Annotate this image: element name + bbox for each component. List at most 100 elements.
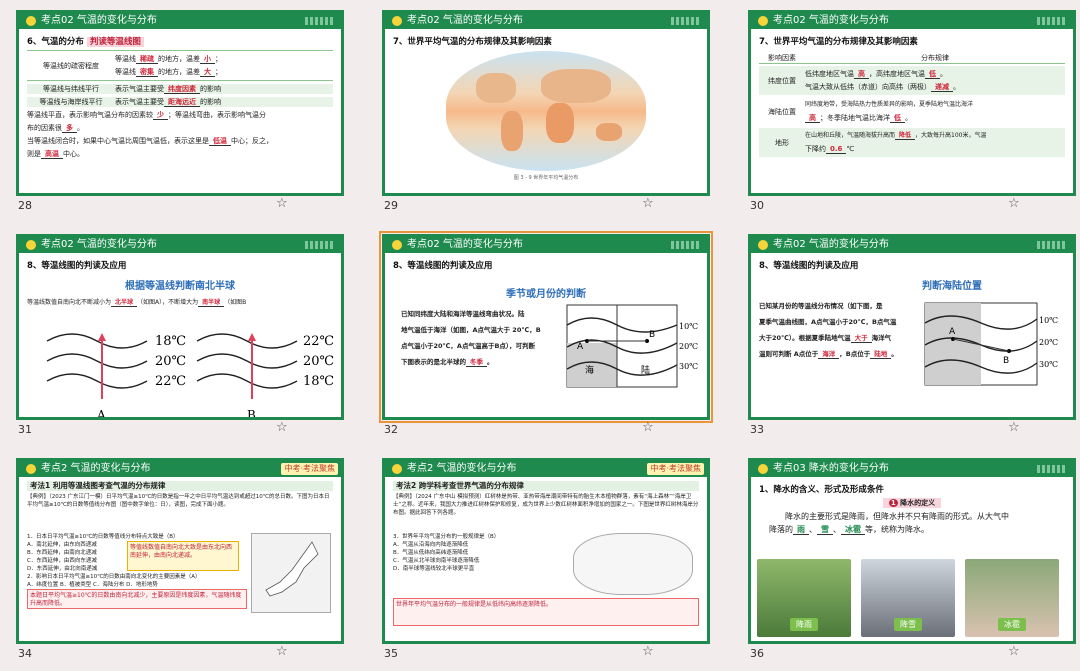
sea-land-diagram: A B 海 陆 10℃ 20℃ 30℃	[566, 304, 698, 388]
svg-text:30℃: 30℃	[679, 362, 698, 371]
question-2: 2．影响日本日平均气温≥10℃的日数由南向北变化的主要因素是（A）	[27, 574, 201, 580]
table-row: 海陆位置 同纬度地带，受海陆热力性质差异的影响，夏季陆地气温比海洋 高；冬季陆地…	[768, 101, 974, 123]
table-row: 等温线与海岸线平行 表示气温主要受 距海远近 的影响	[27, 97, 333, 107]
heading: 8、等温线图的判读及应用	[393, 261, 493, 271]
isotherm-position-diagram: A B 10℃ 20℃ 30℃	[924, 302, 1058, 386]
definition-badge: 1 降水的定义	[759, 498, 1065, 508]
slide-title: 考点02 气温的变化与分布	[773, 239, 889, 250]
star-icon[interactable]: ☆	[642, 644, 654, 659]
text-line: 当等温线闭合时，如果中心气温比周围气温低，表示这里是 低温 中心；反之，	[27, 137, 273, 146]
svg-text:22℃: 22℃	[155, 374, 186, 389]
svg-text:10℃: 10℃	[1039, 316, 1058, 325]
slide-number: 34	[18, 647, 32, 660]
question: 【典例】（2023 广东江门一模）日平均气温≥10℃的日数是指一年之中日平均气温…	[27, 494, 330, 508]
subtitle: 判断海陆位置	[922, 281, 982, 292]
slide-number: 29	[384, 199, 398, 212]
svg-text:20℃: 20℃	[303, 354, 334, 369]
text-block: 已知某月份的等温线分布情况（如下图，是 夏季气温曲线图，A点气温小于20℃，B点气…	[759, 302, 898, 359]
star-icon[interactable]: ☆	[642, 196, 654, 211]
star-icon[interactable]: ☆	[276, 644, 288, 659]
svg-text:B: B	[247, 408, 256, 419]
slide-title: 考点02 气温的变化与分布	[773, 15, 889, 26]
text-line: 等温线平直，表示影响气温分布的因素较少；等温线弯曲，表示影响气温分	[27, 111, 266, 120]
dot-icon	[26, 16, 36, 26]
text-line: 等温线数值自南向北不断减小为 北半球 （如图A），不断增大为 南半球 （如图B	[27, 299, 247, 307]
subtitle: 根据等温线判断南北半球	[125, 281, 235, 292]
slide-number: 30	[750, 199, 764, 212]
slide-number: 28	[18, 199, 32, 212]
option: B．气温从低纬向高纬逐渐降低	[393, 550, 469, 556]
slide-thumb-32[interactable]: 考点02 气温的变化与分布 8、等温线图的判读及应用 季节或月份的判断 已知同纬…	[379, 224, 727, 446]
svg-text:A: A	[577, 342, 584, 352]
svg-text:22℃: 22℃	[303, 334, 334, 349]
dot-icon	[26, 464, 36, 474]
option: B．东西延伸，由南向北递减	[27, 550, 97, 556]
decoration	[305, 17, 335, 25]
table-row: 等温线的疏密程度 等温线 稀疏 的地方，温差小； 等温线 密集 的地方，温差大；	[27, 50, 333, 81]
slide-title: 考点02 气温的变化与分布	[407, 15, 523, 26]
table-row: 等温线与纬线平行 表示气温主要受 纬度因素 的影响	[27, 84, 333, 94]
question-1: 3．世界年平均气温分布的一般规律是（B）	[393, 534, 500, 540]
dot-icon	[392, 240, 402, 250]
explanation-box: 世界年平均气温分布的一般规律是从低纬向高纬逐渐降低。	[393, 598, 699, 626]
star-icon[interactable]: ☆	[276, 420, 288, 435]
definition-text: 降水的主要形式是降雨，但降水并不只有降雨的形式。从大气中 降落的雨、雪、冰雹 等，…	[769, 512, 1009, 535]
star-icon[interactable]: ☆	[276, 196, 288, 211]
slide-thumb-28[interactable]: 考点02 气温的变化与分布 6、气温的分布 判读等温线图 等温线的疏密程度 等温…	[16, 0, 361, 222]
heading: 7、世界平均气温的分布规律及其影响因素	[393, 37, 552, 47]
dot-icon	[392, 16, 402, 26]
slide-header: 考点02 气温的变化与分布	[385, 13, 707, 29]
heading: 8、等温线图的判读及应用	[27, 261, 127, 271]
option: A．气温从沿海向内陆逐渐降低	[393, 542, 469, 548]
slide-header: 考点2 气温的变化与分布 中考·考法聚焦	[19, 461, 341, 477]
svg-text:B: B	[1003, 356, 1009, 366]
slide-thumb-35[interactable]: 考点2 气温的变化与分布 中考·考法聚焦 考法2 跨学科考查世界气温的分布规律 【…	[382, 448, 727, 670]
star-icon[interactable]: ☆	[1008, 196, 1020, 211]
heading: 考法1 利用等温线图考查气温的分布规律	[27, 481, 333, 491]
option: C．气温从北半球向南半球逐渐降低	[393, 558, 480, 564]
svg-text:20℃: 20℃	[155, 354, 186, 369]
heading: 8、等温线图的判读及应用	[759, 261, 859, 271]
slide-thumb-34[interactable]: 考点2 气温的变化与分布 中考·考法聚焦 考法1 利用等温线图考查气温的分布规律 …	[16, 448, 361, 670]
svg-text:20℃: 20℃	[679, 342, 698, 351]
dot-icon	[758, 240, 768, 250]
slide-header: 考点02 气温的变化与分布	[751, 13, 1073, 29]
slide-thumb-31[interactable]: 考点02 气温的变化与分布 8、等温线图的判读及应用 根据等温线判断南北半球 等…	[16, 224, 361, 446]
table-header: 影响因素 分布规律	[759, 53, 1065, 64]
explanation-box: 本题日平均气温≥10℃的日数由南向北减少，主要原因是纬度因素，气温随纬度升高而降…	[27, 589, 247, 609]
option: D．南半球等温线较北半球更平直	[393, 566, 475, 572]
svg-text:B: B	[649, 330, 655, 340]
slide-number: 33	[750, 423, 764, 436]
star-icon[interactable]: ☆	[1008, 644, 1020, 659]
svg-text:10℃: 10℃	[679, 322, 698, 331]
option: C．东西延伸，由西向东递减	[27, 558, 97, 564]
heading: 考法2 跨学科考查世界气温的分布规律	[393, 481, 699, 491]
slide-title: 考点03 降水的变化与分布	[773, 463, 889, 474]
slide-thumb-30[interactable]: 考点02 气温的变化与分布 7、世界平均气温的分布规律及其影响因素 影响因素 分布…	[748, 0, 1080, 222]
badge: 判读等温线图	[86, 37, 144, 47]
text-line: 则是 高温 中心。	[27, 150, 84, 159]
option: A．南北延伸，由东向西递减	[27, 542, 97, 548]
dot-icon	[26, 240, 36, 250]
snow-photo: 降雪	[861, 559, 955, 637]
slide-header: 考点2 气温的变化与分布 中考·考法聚焦	[385, 461, 707, 477]
svg-text:A: A	[96, 408, 106, 419]
heading: 1、降水的含义、形式及形成条件	[759, 485, 884, 495]
slide: 考点02 气温的变化与分布 6、气温的分布 判读等温线图 等温线的疏密程度 等温…	[16, 10, 344, 196]
dot-icon	[758, 16, 768, 26]
star-icon[interactable]: ☆	[1008, 420, 1020, 435]
slide-thumb-33[interactable]: 考点02 气温的变化与分布 8、等温线图的判读及应用 判断海陆位置 已知某月份的…	[748, 224, 1080, 446]
svg-text:海: 海	[585, 364, 594, 376]
slide-thumb-36[interactable]: 考点03 降水的变化与分布 1、降水的含义、形式及形成条件 1 降水的定义 降水…	[748, 448, 1080, 670]
options: A．纬度位置 B．植被类型 C．海陆分布 D．地形地势	[27, 582, 158, 588]
heading: 7、世界平均气温的分布规律及其影响因素	[759, 37, 918, 47]
row-label: 等温线的疏密程度	[43, 61, 99, 70]
hail-photo: 冰雹	[965, 559, 1059, 637]
svg-text:30℃: 30℃	[1039, 360, 1058, 369]
slide-thumb-29[interactable]: 考点02 气温的变化与分布 7、世界平均气温的分布规律及其影响因素 图 3 - …	[382, 0, 727, 222]
slide-number: 36	[750, 647, 764, 660]
star-icon[interactable]: ☆	[642, 420, 654, 435]
slide-number: 31	[18, 423, 32, 436]
svg-text:18℃: 18℃	[303, 374, 334, 389]
rain-photo: 降雨	[757, 559, 851, 637]
